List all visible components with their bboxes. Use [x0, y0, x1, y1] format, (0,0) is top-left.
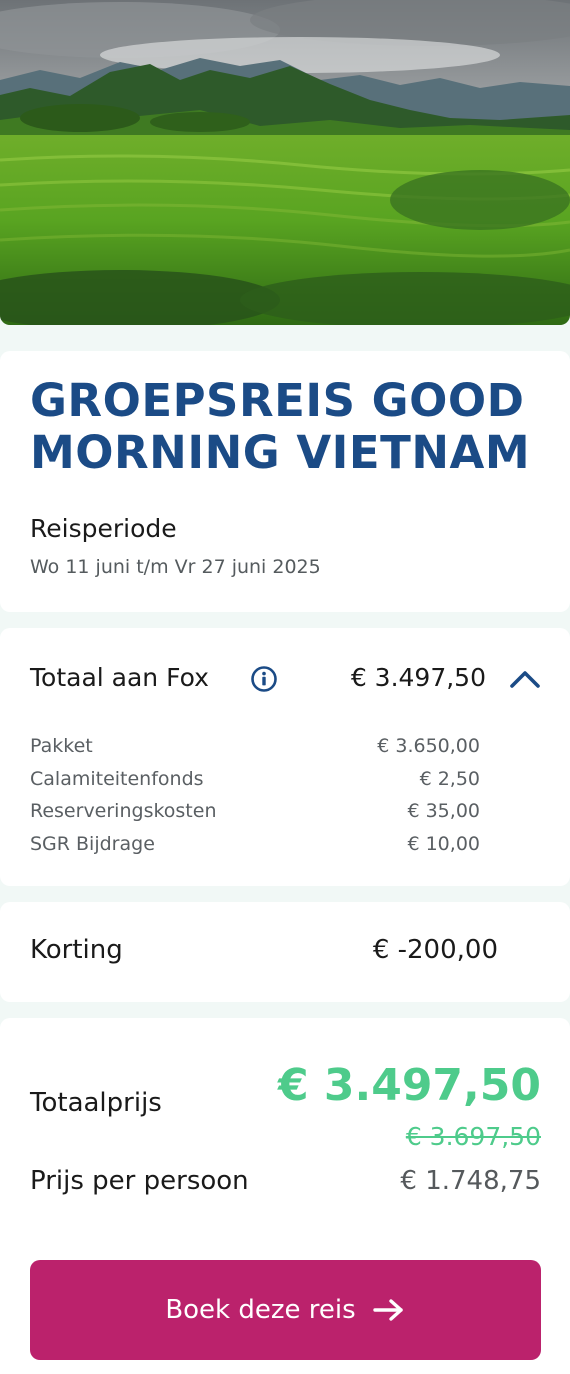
total-price-value: € 3.497,50 — [277, 1060, 541, 1111]
breakdown-value: € 2,50 — [419, 767, 480, 790]
breakdown-label: SGR Bijdrage — [30, 832, 155, 855]
breakdown-value: € 10,00 — [407, 832, 480, 855]
breakdown-row: Reserveringskosten € 35,00 — [30, 795, 480, 828]
discount-card: Korting € -200,00 — [0, 902, 570, 1002]
fox-total-card: Totaal aan Fox € 3.497,50 Pakket € 3.650… — [0, 628, 570, 886]
breakdown-row: Pakket € 3.650,00 — [30, 730, 480, 763]
breakdown-label: Reserveringskosten — [30, 800, 217, 822]
breakdown-row: Calamiteitenfonds € 2,50 — [30, 763, 480, 796]
trip-info-card: GROEPSREIS GOOD MORNING VIETNAM Reisperi… — [0, 351, 570, 612]
per-person-value: € 1.748,75 — [400, 1166, 541, 1196]
hero-image — [0, 0, 570, 325]
book-trip-label: Boek deze reis — [165, 1295, 356, 1325]
chevron-up-icon[interactable] — [508, 666, 542, 692]
breakdown-label: Calamiteitenfonds — [30, 767, 204, 790]
breakdown-row: SGR Bijdrage € 10,00 — [30, 828, 480, 861]
discount-label: Korting — [30, 935, 123, 965]
discount-value: € -200,00 — [372, 935, 498, 965]
period-label: Reisperiode — [30, 514, 177, 543]
breakdown-label: Pakket — [30, 735, 93, 757]
breakdown-value: € 35,00 — [407, 800, 480, 822]
info-icon[interactable] — [250, 665, 278, 693]
total-price-label: Totaalprijs — [30, 1088, 162, 1118]
book-trip-button[interactable]: Boek deze reis — [30, 1260, 541, 1360]
landscape-image — [0, 0, 570, 325]
price-breakdown: Pakket € 3.650,00 Calamiteitenfonds € 2,… — [30, 730, 480, 860]
price-summary-card: Totaalprijs € 3.497,50 € 3.697,50 Prijs … — [0, 1018, 570, 1374]
old-price-value: € 3.697,50 — [405, 1122, 541, 1151]
breakdown-value: € 3.650,00 — [377, 735, 480, 757]
period-dates: Wo 11 juni t/m Vr 27 juni 2025 — [30, 556, 321, 578]
per-person-label: Prijs per persoon — [30, 1166, 249, 1196]
fox-total-value: € 3.497,50 — [350, 663, 486, 692]
fox-total-label: Totaal aan Fox — [30, 663, 209, 692]
trip-title: GROEPSREIS GOOD MORNING VIETNAM — [30, 374, 531, 479]
arrow-right-icon — [372, 1299, 403, 1321]
